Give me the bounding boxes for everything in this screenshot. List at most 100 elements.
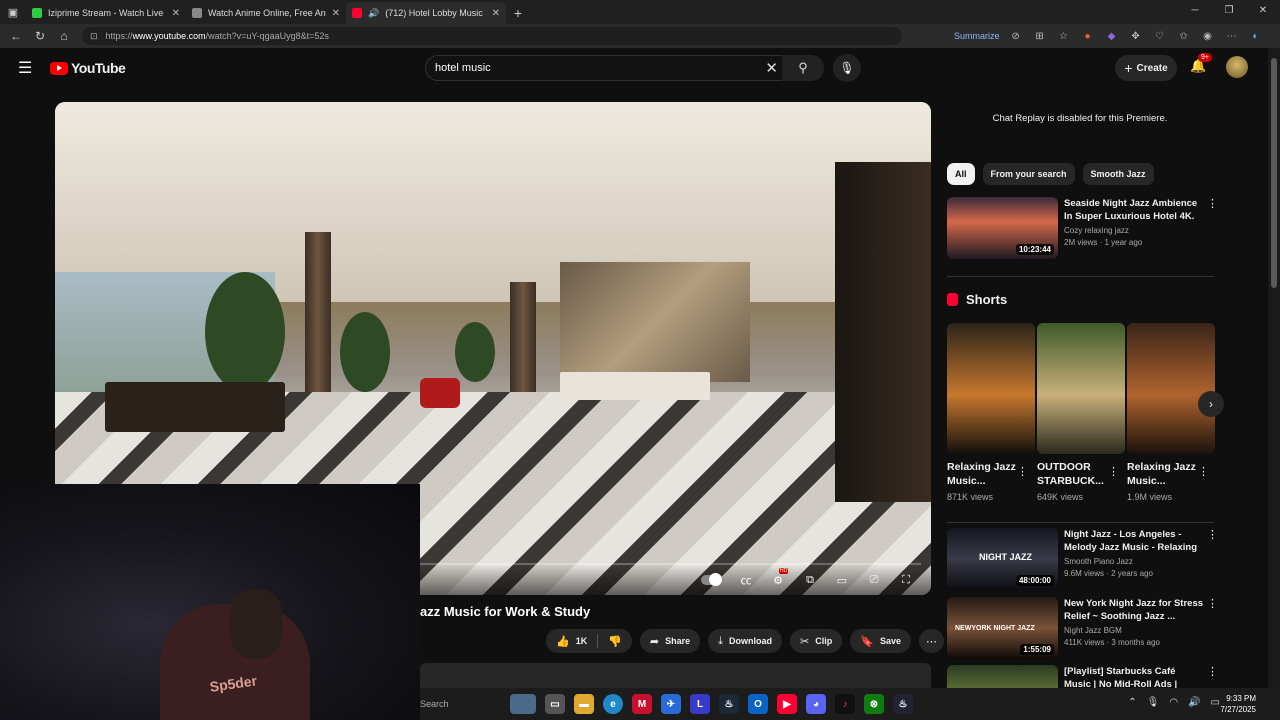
short-thumbnail[interactable] — [947, 323, 1035, 454]
video-title[interactable]: [Playlist] Starbucks Café Music | No Mid… — [1064, 665, 1204, 688]
dislike-button[interactable]: 👎 — [598, 629, 632, 653]
l-app-icon[interactable]: L — [690, 694, 710, 714]
video-title[interactable]: Seaside Night Jazz Ambience In Super Lux… — [1064, 197, 1204, 223]
autoplay-toggle[interactable] — [701, 573, 723, 586]
extension-icon[interactable]: ◆ — [1104, 28, 1120, 44]
microphone-icon[interactable]: 🎙 — [1147, 697, 1160, 708]
steam-icon[interactable]: ♨ — [719, 694, 739, 714]
outlook-icon[interactable]: O — [748, 694, 768, 714]
voice-search-icon[interactable]: 🎙 — [833, 54, 861, 82]
short-title[interactable]: Relaxing Jazz Music... — [947, 460, 1017, 488]
more-icon[interactable]: ⋮ — [1207, 597, 1218, 610]
like-button[interactable]: 👍 1K — [546, 629, 597, 653]
favorite-star-icon[interactable]: ☆ — [1056, 28, 1072, 44]
vpn-icon[interactable]: ✈ — [661, 694, 681, 714]
clear-search-icon[interactable]: ✕ — [765, 59, 778, 77]
save-button[interactable]: 🔖 Save — [850, 629, 911, 653]
close-window-icon[interactable]: ✕ — [1246, 0, 1280, 22]
description-box[interactable] — [420, 663, 931, 690]
related-video[interactable]: [Playlist] Starbucks Café Music | No Mid… — [947, 665, 1217, 688]
minimize-icon[interactable]: ─ — [1178, 0, 1212, 22]
xbox-icon[interactable]: ⊗ — [864, 694, 884, 714]
captions-icon[interactable]: ㏄ — [737, 572, 755, 588]
extension-icon[interactable]: ● — [1080, 28, 1096, 44]
split-screen-icon[interactable]: ⊞ — [1032, 28, 1048, 44]
related-video[interactable]: NEWYORK NIGHT JAZZ 1:55:09 New York Nigh… — [947, 597, 1218, 661]
fullscreen-icon[interactable]: ⛶ — [897, 574, 915, 587]
short-thumbnail[interactable] — [1037, 323, 1125, 454]
browser-tab-3[interactable]: 🔊 (712) Hotel Lobby Music | El ✕ — [346, 2, 506, 24]
channel-name[interactable]: Smooth Piano Jazz — [1064, 557, 1204, 566]
home-icon[interactable]: ⌂ — [52, 29, 76, 43]
scrollbar-thumb[interactable] — [1271, 58, 1277, 288]
browser-essentials-icon[interactable]: ♡ — [1152, 28, 1168, 44]
channel-name[interactable]: Cozy relaxing jazz — [1064, 226, 1204, 235]
clip-button[interactable]: ✂ Clip — [790, 629, 843, 653]
short-title[interactable]: Relaxing Jazz Music... — [1127, 460, 1197, 488]
short-thumbnail[interactable] — [1127, 323, 1215, 454]
close-tab-icon[interactable]: ✕ — [172, 8, 180, 19]
settings-icon[interactable]: ⚙ HD — [769, 567, 789, 587]
volume-icon[interactable]: 🔊 — [1188, 697, 1200, 708]
short-title[interactable]: OUTDOOR STARBUCK... — [1037, 460, 1107, 488]
more-icon[interactable]: ⋮ — [1207, 528, 1218, 541]
edge-icon[interactable]: e — [603, 694, 623, 714]
discord-icon[interactable]: ◕ — [806, 694, 826, 714]
youtube-logo[interactable]: YouTube — [50, 60, 126, 76]
new-tab-button[interactable]: + — [506, 2, 530, 24]
create-button[interactable]: + Create — [1115, 55, 1177, 81]
collections-icon[interactable]: ✩ — [1176, 28, 1192, 44]
profile-icon[interactable]: ◉ — [1200, 28, 1216, 44]
more-icon[interactable]: ⋮ — [1207, 665, 1217, 678]
avatar[interactable] — [1226, 56, 1248, 78]
related-video[interactable]: 10:23:44 Seaside Night Jazz Ambience In … — [947, 197, 1218, 261]
cast-icon[interactable]: ⎚ — [865, 574, 883, 587]
channel-name[interactable]: Night Jazz BGM — [1064, 626, 1204, 635]
video-title[interactable]: New York Night Jazz for Stress Relief ~ … — [1064, 597, 1204, 623]
page-scrollbar[interactable] — [1268, 48, 1280, 688]
tab-actions-icon[interactable]: ▣ — [0, 0, 26, 24]
wifi-icon[interactable]: ◠ — [1169, 697, 1178, 708]
more-icon[interactable]: ⋮ — [1017, 465, 1028, 478]
url-field[interactable]: ⊡ https://www.youtube.com/watch?v=uY-qga… — [82, 27, 902, 45]
extensions-puzzle-icon[interactable]: ✥ — [1128, 28, 1144, 44]
miniplayer-icon[interactable]: ⧉ — [801, 574, 819, 587]
taskbar-search[interactable]: Search — [420, 699, 510, 709]
share-button[interactable]: ➦ Share — [639, 629, 701, 653]
chip-from-your-search[interactable]: From your search — [982, 163, 1075, 185]
reload-icon[interactable]: ↻ — [28, 29, 52, 43]
close-tab-icon[interactable]: ✕ — [332, 8, 340, 19]
video-thumbnail[interactable]: NEWYORK NIGHT JAZZ 1:55:09 — [947, 597, 1058, 659]
speaker-icon[interactable]: 🔊 — [368, 8, 379, 19]
browser-tab-1[interactable]: Iziprime Stream - Watch Live on I ✕ — [26, 2, 186, 24]
search-button[interactable]: ⚲ — [782, 55, 824, 81]
more-icon[interactable]: ⋮ — [1108, 465, 1119, 478]
youtube-icon[interactable]: ▶ — [777, 694, 797, 714]
back-icon[interactable]: ← — [4, 29, 28, 43]
system-clock[interactable]: 9:33 PM 7/27/2025 — [1220, 693, 1256, 715]
summarize-button[interactable]: Summarize — [954, 31, 1000, 41]
more-icon[interactable]: ⋯ — [1224, 28, 1240, 44]
search-input[interactable]: hotel music ✕ — [425, 55, 785, 81]
steam-icon[interactable]: ♨ — [893, 694, 913, 714]
chevron-right-icon[interactable]: › — [1198, 391, 1224, 417]
more-actions-button[interactable]: ⋯ — [918, 629, 944, 653]
file-explorer-icon[interactable]: ▬ — [574, 694, 594, 714]
more-icon[interactable]: ⋮ — [1198, 465, 1209, 478]
read-aloud-icon[interactable]: ⊘ — [1008, 28, 1024, 44]
chip-smooth-jazz[interactable]: Smooth Jazz — [1082, 163, 1154, 185]
tiktok-icon[interactable]: ♪ — [835, 694, 855, 714]
menu-icon[interactable]: ☰ — [18, 58, 38, 78]
notifications-icon[interactable]: 🔔 9+ — [1190, 53, 1212, 74]
chevron-up-icon[interactable]: ⌃ — [1128, 697, 1136, 708]
mcafee-icon[interactable]: M — [632, 694, 652, 714]
video-thumbnail[interactable]: NIGHT JAZZ 48:00:00 — [947, 528, 1058, 590]
more-icon[interactable]: ⋮ — [1207, 197, 1218, 210]
video-title[interactable]: Night Jazz - Los Angeles - Melody Jazz M… — [1064, 528, 1204, 554]
restore-icon[interactable]: ❐ — [1212, 0, 1246, 22]
browser-tab-2[interactable]: Watch Anime Online, Free Anime ✕ — [186, 2, 346, 24]
close-tab-icon[interactable]: ✕ — [492, 8, 500, 19]
theater-mode-icon[interactable]: ▭ — [833, 574, 851, 587]
task-view-icon[interactable]: ▭ — [545, 694, 565, 714]
download-button[interactable]: ⤓ Download — [708, 629, 783, 653]
